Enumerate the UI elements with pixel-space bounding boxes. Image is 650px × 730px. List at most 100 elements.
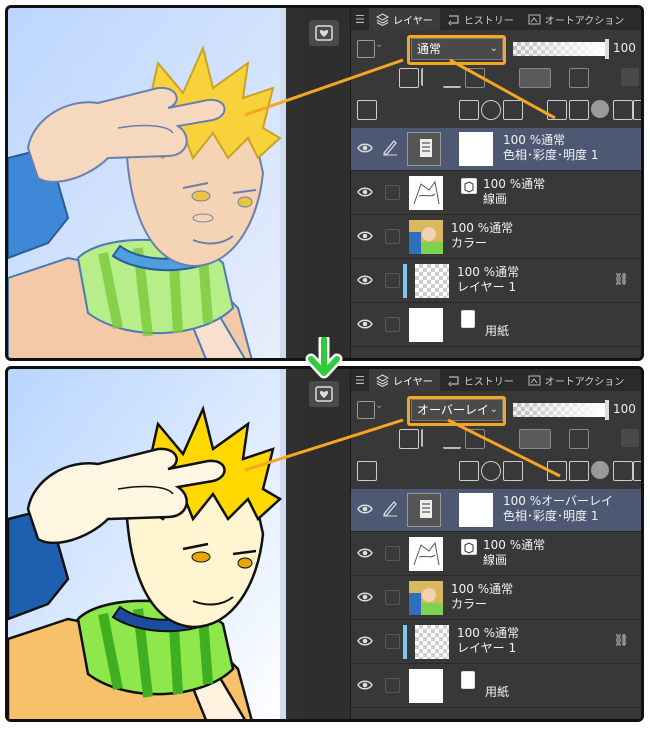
eye-icon[interactable] <box>357 142 373 154</box>
layer-color-square[interactable] <box>357 40 375 58</box>
eye-icon[interactable] <box>357 503 373 515</box>
tab-auto-action[interactable]: オートアクション <box>521 8 632 30</box>
draft-icon[interactable] <box>443 429 461 449</box>
mask-icon[interactable] <box>519 68 551 88</box>
opacity-slider-knob[interactable] <box>605 39 609 59</box>
layer-row-5[interactable]: 用紙 <box>351 304 641 347</box>
chevron-down-icon[interactable]: ⌄ <box>375 400 383 411</box>
eye-icon[interactable] <box>357 186 373 198</box>
merge-down-icon[interactable] <box>547 100 567 120</box>
reference-icon[interactable] <box>421 429 441 447</box>
eye-icon[interactable] <box>357 318 373 330</box>
layer-row-4[interactable]: ⛓ 100 %通常 レイヤー 1 <box>351 621 641 664</box>
link-icon[interactable]: ⛓ <box>614 633 629 647</box>
eye-icon[interactable] <box>357 547 373 559</box>
pen-icon[interactable] <box>381 138 399 156</box>
eye-icon[interactable] <box>357 230 373 242</box>
transfer-icon[interactable] <box>569 100 589 120</box>
layer-thumbnail[interactable] <box>409 308 443 342</box>
clip-icon[interactable] <box>399 68 419 88</box>
layer-thumbnail[interactable] <box>409 220 443 254</box>
tab-layer[interactable]: レイヤー <box>369 369 440 391</box>
lock-checkbox[interactable] <box>385 678 400 693</box>
link-icon[interactable]: ⛓ <box>614 272 629 286</box>
lock-icon[interactable] <box>465 429 485 449</box>
tab-layer[interactable]: レイヤー <box>369 8 440 30</box>
layer-row-2[interactable]: 100 %通常 線画 <box>351 533 641 576</box>
tab-auto-action[interactable]: オートアクション <box>521 369 632 391</box>
opacity-spinner-icon[interactable]: ⌃⌄ <box>639 38 641 57</box>
eye-icon[interactable] <box>357 679 373 691</box>
layer-row-2[interactable]: 100 %通常 線画 <box>351 172 641 215</box>
trash-icon[interactable] <box>633 100 641 120</box>
new-folder-icon[interactable] <box>503 100 523 120</box>
mask-icon[interactable] <box>519 429 551 449</box>
new-vector-layer-icon[interactable] <box>481 461 501 481</box>
opacity-spinner-icon[interactable]: ⌃⌄ <box>639 399 641 418</box>
menu-icon[interactable]: ☰ <box>351 374 369 387</box>
apply-mask-icon[interactable] <box>613 100 633 120</box>
layer-property-icon[interactable] <box>357 461 377 481</box>
opacity-slider[interactable] <box>513 403 605 417</box>
clip-icon[interactable] <box>399 429 419 449</box>
eye-icon[interactable] <box>357 274 373 286</box>
layer-thumbnail[interactable] <box>409 537 443 571</box>
transfer-icon[interactable] <box>569 461 589 481</box>
new-folder-icon[interactable] <box>503 461 523 481</box>
layer-thumbnail[interactable] <box>415 625 449 659</box>
apply-mask-icon[interactable] <box>613 461 633 481</box>
layer-mask-thumbnail[interactable] <box>459 132 493 166</box>
layer-row-4[interactable]: ⛓ 100 %通常 レイヤー 1 <box>351 260 641 303</box>
layer-blend-info: 100 %通常 <box>451 221 514 235</box>
layer-thumbnail[interactable] <box>415 264 449 298</box>
layer-property-icon[interactable] <box>357 100 377 120</box>
lock-checkbox[interactable] <box>385 229 400 244</box>
layer-color-bar <box>403 264 407 298</box>
layer-row-3[interactable]: 100 %通常 カラー <box>351 577 641 620</box>
lock-checkbox[interactable] <box>385 590 400 605</box>
layer-thumbnail[interactable] <box>409 669 443 703</box>
lock-icon[interactable] <box>465 68 485 88</box>
ruler-icon[interactable] <box>569 68 589 88</box>
heart-icon[interactable] <box>309 381 339 407</box>
layer-thumbnail[interactable] <box>409 581 443 615</box>
layer-row-1[interactable]: 100 %オーバーレイ 色相･彩度･明度 1 <box>351 489 641 532</box>
reference-icon[interactable] <box>421 68 441 86</box>
layer-row-5[interactable]: 用紙 <box>351 665 641 708</box>
chevron-down-icon[interactable]: ⌄ <box>375 39 383 50</box>
tab-history[interactable]: ヒストリー <box>440 8 521 30</box>
eye-icon[interactable] <box>357 635 373 647</box>
merge-down-icon[interactable] <box>547 461 567 481</box>
tab-history[interactable]: ヒストリー <box>440 369 521 391</box>
layer-row-1[interactable]: 100 %通常 色相･彩度･明度 1 <box>351 128 641 171</box>
new-raster-layer-icon[interactable] <box>459 461 479 481</box>
opacity-slider-knob[interactable] <box>605 400 609 420</box>
canvas-scrollbar[interactable] <box>286 369 302 719</box>
pen-icon[interactable] <box>381 499 399 517</box>
layer-mask-thumbnail[interactable] <box>459 493 493 527</box>
lock-checkbox[interactable] <box>385 634 400 649</box>
eye-icon[interactable] <box>357 591 373 603</box>
menu-icon[interactable]: ☰ <box>351 13 369 26</box>
layer-color-square[interactable] <box>357 401 375 419</box>
draft-icon[interactable] <box>443 68 461 88</box>
tab-auto-action-label: オートアクション <box>544 15 625 27</box>
new-raster-layer-icon[interactable] <box>459 100 479 120</box>
color-icon[interactable] <box>621 429 639 447</box>
mask-add-icon[interactable] <box>591 100 609 118</box>
layer-name: カラー <box>451 236 488 250</box>
heart-icon[interactable] <box>309 20 339 46</box>
ruler-icon[interactable] <box>569 429 589 449</box>
lock-checkbox[interactable] <box>385 273 400 288</box>
trash-icon[interactable] <box>633 461 641 481</box>
canvas-scrollbar[interactable] <box>286 8 302 358</box>
layer-row-3[interactable]: 100 %通常 カラー <box>351 216 641 259</box>
lock-checkbox[interactable] <box>385 546 400 561</box>
color-icon[interactable] <box>621 68 639 86</box>
layer-thumbnail[interactable] <box>409 176 443 210</box>
new-vector-layer-icon[interactable] <box>481 100 501 120</box>
lock-checkbox[interactable] <box>385 185 400 200</box>
lock-checkbox[interactable] <box>385 317 400 332</box>
opacity-slider[interactable] <box>513 42 605 56</box>
mask-add-icon[interactable] <box>591 461 609 479</box>
